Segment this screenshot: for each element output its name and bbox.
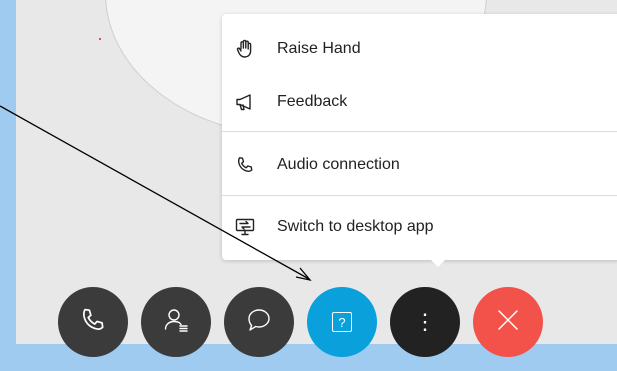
phone-icon (80, 307, 106, 338)
chat-button[interactable] (224, 287, 294, 357)
chat-bubble-icon (246, 307, 272, 338)
menu-caret (429, 258, 447, 267)
menu-divider (222, 195, 617, 196)
phone-icon (234, 154, 256, 176)
more-vertical-icon: ⋮ (414, 309, 436, 334)
recording-dot (99, 38, 101, 40)
megaphone-icon (234, 91, 256, 113)
more-options-button[interactable]: ⋮ (390, 287, 460, 357)
menu-item-audio-connection[interactable]: Audio connection (222, 145, 617, 185)
help-button[interactable]: ? (307, 287, 377, 357)
participants-icon (163, 307, 189, 338)
desktop-app-icon (234, 216, 256, 238)
menu-divider (222, 131, 617, 132)
more-options-menu: Raise Hand Feedback Audio connection Swi… (222, 14, 617, 260)
participants-button[interactable] (141, 287, 211, 357)
meeting-controls-bar: ? ⋮ (58, 287, 558, 357)
menu-item-label: Raise Hand (277, 40, 361, 57)
menu-item-label: Switch to desktop app (277, 218, 434, 235)
close-icon (496, 308, 520, 337)
leave-button[interactable] (473, 287, 543, 357)
question-icon: ? (332, 312, 352, 332)
menu-item-raise-hand[interactable]: Raise Hand (222, 29, 617, 69)
menu-item-switch-desktop-app[interactable]: Switch to desktop app (222, 207, 617, 247)
menu-item-label: Feedback (277, 93, 348, 110)
hand-icon (234, 38, 256, 60)
menu-item-feedback[interactable]: Feedback (222, 82, 617, 122)
audio-button[interactable] (58, 287, 128, 357)
menu-item-label: Audio connection (277, 156, 400, 173)
